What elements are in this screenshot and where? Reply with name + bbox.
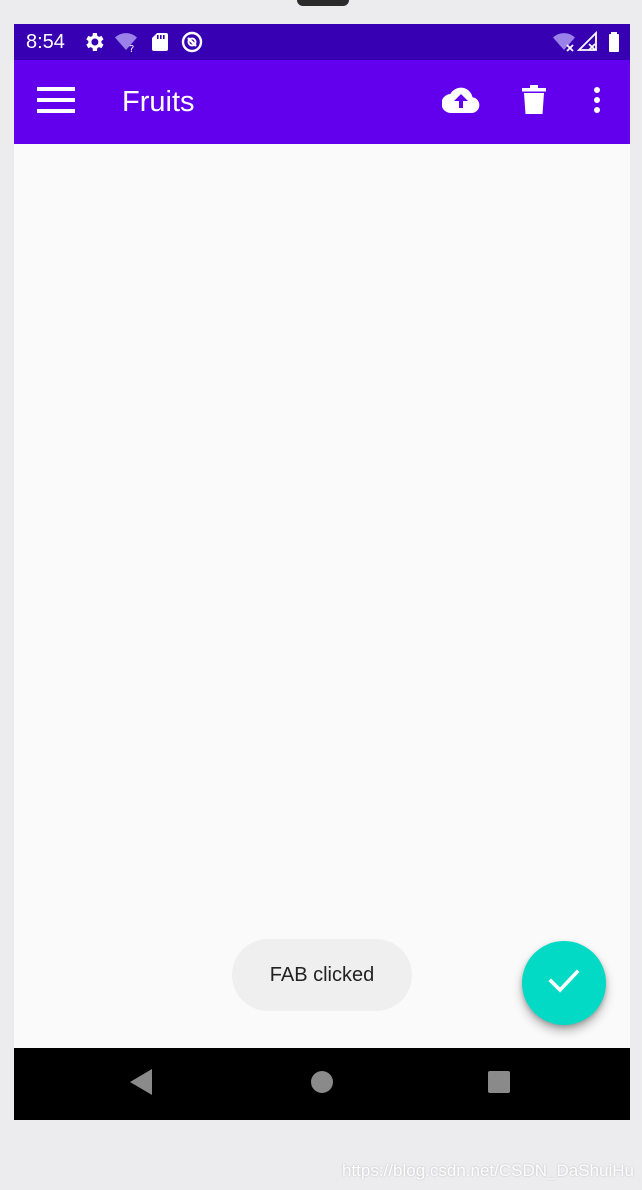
app-title: Fruits xyxy=(122,86,195,118)
app-bar: Fruits xyxy=(14,60,630,144)
delete-icon xyxy=(522,84,546,120)
phone-screen: 8:54 ? Fruits FAB clicked xyxy=(14,24,630,1120)
navigation-menu-button[interactable] xyxy=(28,74,84,130)
status-bar: 8:54 ? xyxy=(14,24,630,60)
svg-text:?: ? xyxy=(129,44,134,54)
overflow-menu-button[interactable] xyxy=(569,74,625,130)
sd-card-icon xyxy=(148,30,172,54)
gear-icon xyxy=(82,30,106,54)
main-content xyxy=(14,144,630,1048)
cloud-upload-icon xyxy=(441,85,480,120)
home-button[interactable] xyxy=(298,1060,346,1108)
home-icon xyxy=(310,1070,334,1099)
signal-off-icon xyxy=(576,30,600,54)
check-icon xyxy=(548,968,580,999)
system-navigation-bar xyxy=(14,1048,630,1120)
more-vert-icon xyxy=(593,86,601,119)
status-time: 8:54 xyxy=(26,31,65,53)
battery-full-icon xyxy=(602,30,626,54)
wifi-off-icon xyxy=(552,30,576,54)
delete-button[interactable] xyxy=(506,74,562,130)
camera-notch xyxy=(297,0,349,6)
wifi-unknown-icon: ? xyxy=(114,30,138,55)
back-icon xyxy=(130,1068,154,1100)
recents-button[interactable] xyxy=(475,1060,523,1108)
toast-text: FAB clicked xyxy=(269,963,375,986)
toast-message: FAB clicked xyxy=(232,939,412,1011)
upload-button[interactable] xyxy=(433,74,489,130)
hamburger-menu-icon xyxy=(37,85,75,120)
device-frame: 8:54 ? Fruits FAB clicked https://blog.c… xyxy=(0,0,642,1190)
data-saver-icon xyxy=(180,30,204,54)
fab-button[interactable] xyxy=(522,941,606,1025)
back-button[interactable] xyxy=(118,1060,166,1108)
watermark-text: https://blog.csdn.net/CSDN_DaShuiHu xyxy=(342,1161,634,1180)
recents-icon xyxy=(487,1070,511,1099)
